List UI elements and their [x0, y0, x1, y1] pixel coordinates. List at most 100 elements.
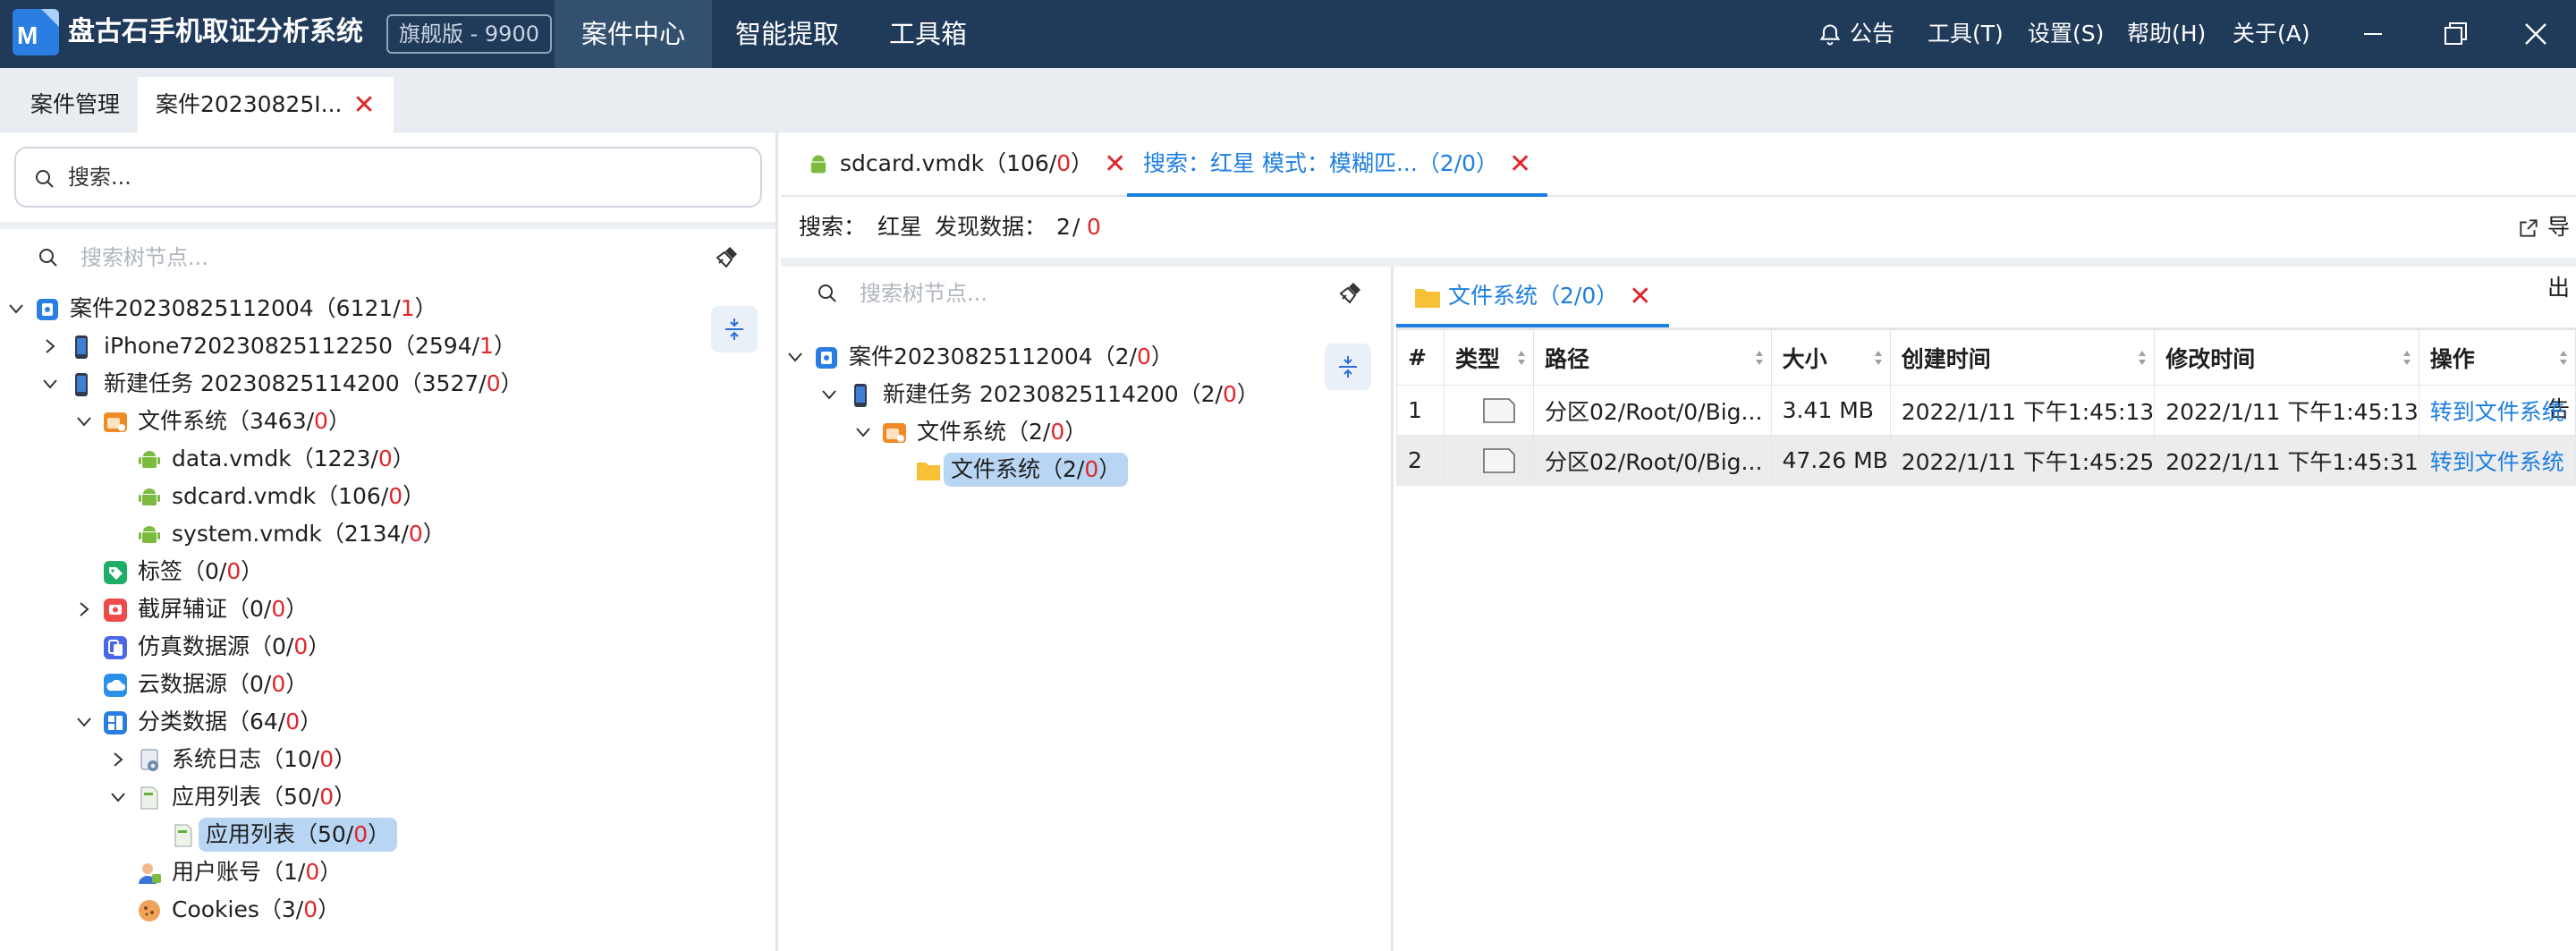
node-text-tail: ） [334, 746, 357, 772]
chevron-right-icon[interactable] [41, 337, 59, 355]
tab-label: 文件系统（2/0） [1448, 283, 1619, 309]
search-input[interactable]: 搜索... [14, 147, 762, 208]
notice-button[interactable]: 公告 [1818, 0, 1894, 68]
table-row[interactable]: 2 分区02/Root/0/Big... 47.26 MB 2022/1/11 … [1396, 435, 2576, 486]
menu-case-center[interactable]: 案件中心 [555, 0, 713, 68]
chevron-down-icon[interactable] [75, 412, 93, 430]
node-count: 0 [388, 483, 403, 509]
tab-count: 0 [1056, 150, 1072, 176]
restore-icon[interactable] [2437, 16, 2473, 52]
result-tabs: sdcard.vmdk（106/0） ✕ 搜索：红星 模式：模糊匹...（2/0）… [781, 132, 2576, 197]
filesystem-icon [104, 412, 127, 432]
chevron-right-icon[interactable] [109, 751, 127, 768]
sort-icon[interactable] [2559, 348, 2568, 368]
column-header-type[interactable]: 类型 [1443, 329, 1534, 386]
node-count: 0 [293, 633, 309, 659]
clear-brush-icon[interactable] [714, 243, 741, 270]
found-red-count: 0 [1087, 214, 1101, 240]
sort-icon[interactable] [1874, 348, 1883, 368]
column-header-path[interactable]: 路径 [1532, 329, 1772, 386]
tree-node-label: iPhone720230825112250（2594/1） [104, 329, 516, 363]
goto-filesystem-link[interactable]: 转到文件系统 [2418, 385, 2576, 436]
cell-type [1443, 385, 1534, 436]
node-text-tail: ） [368, 821, 391, 847]
sort-icon[interactable] [1517, 348, 1526, 368]
node-text: 新建任务 20230825114200（2/ [883, 381, 1223, 407]
tree-node-label: 用户账号（1/0） [172, 855, 342, 889]
cell-modified: 2022/1/11 下午1:45:13 [2154, 385, 2419, 436]
sort-icon[interactable] [2402, 348, 2411, 368]
tab-label-tail: ） [1071, 150, 1094, 176]
close-window-icon[interactable] [2518, 16, 2554, 52]
goto-filesystem-link[interactable]: 转到文件系统 [2418, 435, 2576, 486]
bell-icon [1819, 24, 1841, 46]
chevron-down-icon[interactable] [854, 423, 872, 441]
tools-menu[interactable]: 工具(T) [1928, 0, 2004, 68]
cell-index: 2 [1396, 435, 1445, 486]
column-header-size[interactable]: 大小 [1770, 329, 1891, 386]
doc-icon [174, 824, 192, 847]
close-tab-icon[interactable]: ✕ [1629, 284, 1651, 310]
node-text-tail: ） [327, 408, 351, 434]
close-tab-icon[interactable]: ✕ [352, 92, 375, 119]
android-icon [139, 488, 160, 505]
column-header-action[interactable]: 操作 [2418, 329, 2576, 386]
tree-node-label: Cookies（3/0） [172, 893, 340, 927]
search-placeholder: 搜索... [68, 165, 131, 190]
node-text-tail: ） [493, 333, 516, 359]
menu-smart-extract[interactable]: 智能提取 [708, 0, 866, 68]
node-count: 0 [271, 596, 286, 622]
chevron-down-icon[interactable] [109, 788, 127, 806]
chevron-down-icon[interactable] [75, 713, 93, 731]
tree-node-label: 文件系统（3463/0） [138, 404, 351, 438]
tree-filter-input[interactable]: 搜索树节点... [38, 234, 744, 281]
chevron-down-icon[interactable] [820, 386, 838, 403]
tab-label: 案件管理 [30, 91, 121, 117]
about-menu[interactable]: 关于(A) [2233, 0, 2310, 68]
tab-sdcard[interactable]: sdcard.vmdk（106/0） ✕ [790, 132, 1183, 197]
node-count: 0 [314, 408, 328, 434]
tab-filesystem-results[interactable]: 文件系统（2/0） ✕ [1396, 267, 1670, 327]
tree-node-label: 文件系统（2/0） [917, 415, 1087, 449]
tab-case-detail[interactable]: 案件20230825I... ✕ [138, 77, 394, 132]
sort-icon[interactable] [2138, 348, 2147, 368]
tag-icon [104, 561, 127, 584]
clear-brush-icon[interactable] [1337, 279, 1364, 306]
chevron-down-icon[interactable] [41, 375, 59, 393]
help-menu[interactable]: 帮助(H) [2127, 0, 2206, 68]
chevron-right-icon[interactable] [75, 600, 93, 618]
close-tab-icon[interactable]: ✕ [1509, 151, 1531, 178]
node-text-tail: ） [319, 859, 343, 885]
search-result-panel: sdcard.vmdk（106/0） ✕ 搜索：红星 模式：模糊匹...（2/0）… [781, 132, 2576, 951]
node-text-tail: ） [414, 295, 437, 321]
collapse-all-button[interactable] [1325, 344, 1371, 390]
sort-icon[interactable] [1755, 348, 1764, 368]
cell-path: 分区02/Root/0/Big... [1532, 435, 1772, 486]
chevron-down-icon[interactable] [7, 300, 25, 318]
node-text: 仿真数据源（0/ [138, 633, 294, 659]
document-tabs: 案件管理 案件20230825I... ✕ [0, 68, 2576, 132]
tab-case-management[interactable]: 案件管理 [13, 77, 138, 132]
tab-search-result[interactable]: 搜索：红星 模式：模糊匹...（2/0） ✕ [1127, 132, 1548, 197]
minimize-icon[interactable] [2355, 16, 2391, 52]
node-text-tail: ） [500, 370, 523, 396]
tree-filter-input[interactable]: 搜索树节点... [817, 270, 1371, 317]
settings-menu[interactable]: 设置(S) [2028, 0, 2104, 68]
export-report-button[interactable]: 导出报告 [2517, 197, 2570, 422]
phone-icon [75, 335, 88, 359]
cell-path: 分区02/Root/0/Big... [1532, 385, 1772, 436]
column-header-index[interactable]: # [1396, 329, 1445, 386]
search-info-bar: 搜索： 红星 发现数据： 2 / 0 导出报告 [781, 197, 2576, 422]
tree-node-label: 分类数据（64/0） [138, 705, 322, 739]
filter-placeholder: 搜索树节点... [860, 281, 987, 306]
close-tab-icon[interactable]: ✕ [1104, 151, 1126, 178]
column-header-created[interactable]: 创建时间 [1889, 329, 2156, 386]
menu-toolbox[interactable]: 工具箱 [862, 0, 994, 68]
table-row[interactable]: 1 分区02/Root/0/Big... 3.41 MB 2022/1/11 下… [1396, 385, 2576, 436]
column-header-modified[interactable]: 修改时间 [2154, 329, 2419, 386]
node-text-tail: ） [318, 896, 341, 922]
case-icon [816, 347, 837, 369]
phone-icon [854, 384, 867, 407]
collapse-all-button[interactable] [711, 306, 758, 352]
chevron-down-icon[interactable] [786, 348, 804, 366]
